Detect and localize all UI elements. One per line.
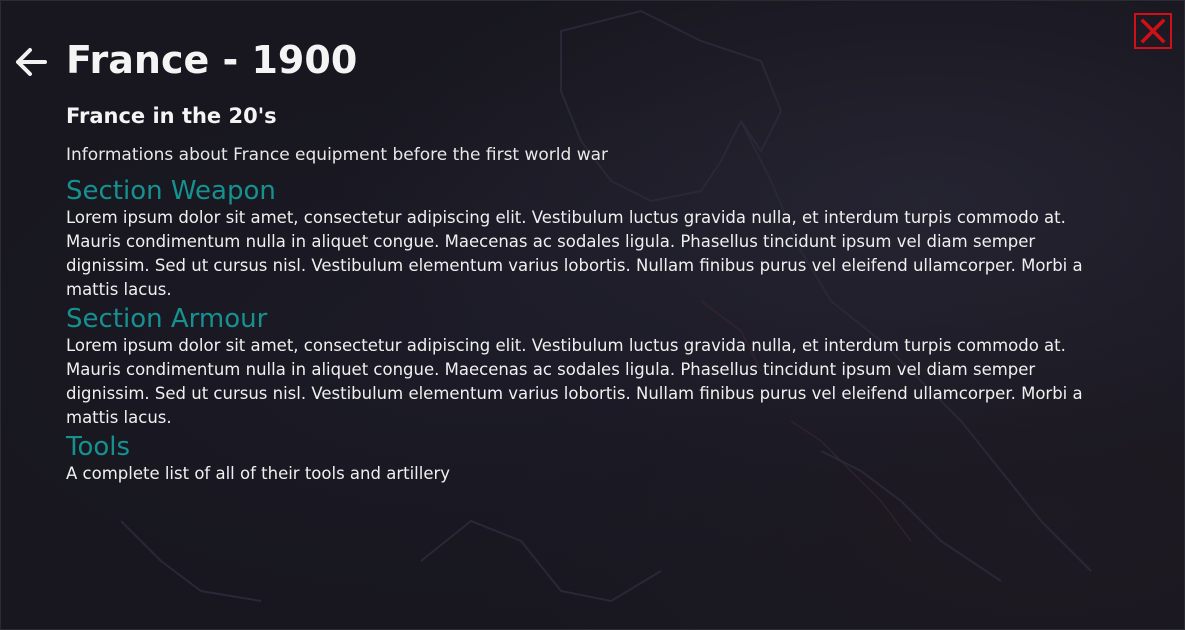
section-armour-heading[interactable]: Section Armour [66, 304, 267, 334]
arrow-left-icon [16, 48, 47, 76]
section-tools-heading[interactable]: Tools [66, 432, 130, 462]
section-weapon-body: Lorem ipsum dolor sit amet, consectetur … [66, 208, 1083, 299]
intro-text: Informations about France equipment befo… [66, 145, 609, 165]
section-tools: Tools A complete list of all of their to… [66, 430, 1126, 486]
subtitle: France in the 20's [66, 104, 277, 128]
close-button[interactable] [1134, 13, 1172, 49]
section-weapon: Section Weapon Lorem ipsum dolor sit ame… [66, 167, 1126, 302]
close-x-icon [1140, 18, 1166, 44]
section-weapon-heading[interactable]: Section Weapon [66, 176, 276, 206]
page-title: France - 1900 [66, 38, 358, 82]
section-armour: Section Armour Lorem ipsum dolor sit ame… [66, 302, 1126, 430]
section-armour-body: Lorem ipsum dolor sit amet, consectetur … [66, 336, 1083, 427]
content-area: France in the 20's Informations about Fr… [66, 101, 1126, 486]
section-tools-body: A complete list of all of their tools an… [66, 464, 451, 483]
info-panel: France - 1900 France in the 20's Informa… [0, 0, 1185, 630]
back-button[interactable] [12, 43, 50, 81]
